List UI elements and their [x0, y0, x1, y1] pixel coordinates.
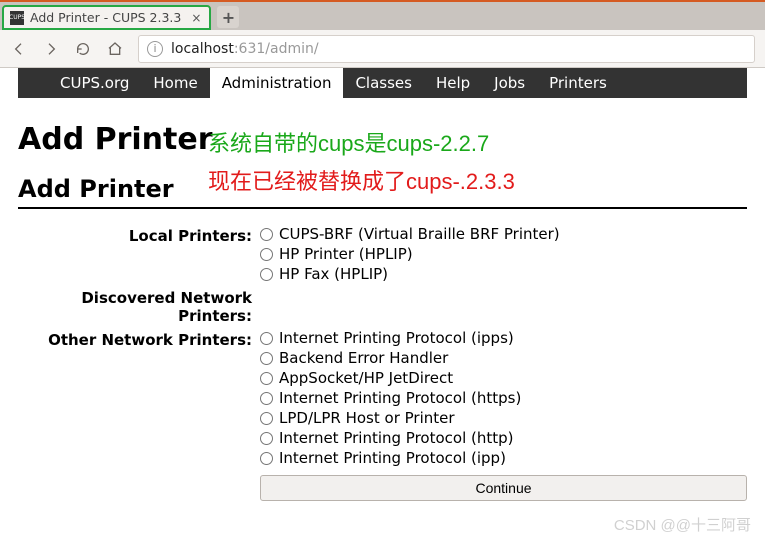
printer-option[interactable]: LPD/LPR Host or Printer [260, 409, 747, 427]
radio-input[interactable] [260, 452, 273, 465]
nav-printers[interactable]: Printers [537, 68, 619, 98]
printer-option[interactable]: Backend Error Handler [260, 349, 747, 367]
option-label: Internet Printing Protocol (ipps) [279, 329, 514, 347]
reload-button[interactable] [74, 40, 92, 58]
option-label: Internet Printing Protocol (ipp) [279, 449, 506, 467]
option-label: HP Fax (HPLIP) [279, 265, 388, 283]
site-info-icon[interactable]: i [147, 41, 163, 57]
radio-input[interactable] [260, 332, 273, 345]
url-host: localhost [171, 41, 234, 57]
browser-tabstrip: CUPS Add Printer - CUPS 2.3.3 × + [0, 0, 765, 30]
annotation-red: 现在已经被替换成了cups-.2.3.3 [208, 164, 515, 196]
url-path: /admin/ [265, 41, 318, 57]
radio-input[interactable] [260, 268, 273, 281]
nav-jobs[interactable]: Jobs [482, 68, 537, 98]
cups-navbar: CUPS.org Home Administration Classes Hel… [18, 68, 747, 98]
option-label: HP Printer (HPLIP) [279, 245, 413, 263]
browser-toolbar: i localhost:631/admin/ [0, 30, 765, 68]
browser-tab[interactable]: CUPS Add Printer - CUPS 2.3.3 × [2, 5, 211, 30]
radio-input[interactable] [260, 372, 273, 385]
nav-classes[interactable]: Classes [343, 68, 424, 98]
radio-input[interactable] [260, 248, 273, 261]
continue-button[interactable]: Continue [260, 475, 747, 501]
annotation-green: 系统自带的cups是cups-2.2.7 [208, 126, 489, 158]
nav-home[interactable]: Home [141, 68, 209, 98]
local-printers-options: CUPS-BRF (Virtual Braille BRF Printer) H… [260, 225, 747, 283]
label-discovered-printers: Discovered Network Printers: [18, 287, 252, 325]
close-tab-icon[interactable]: × [191, 11, 201, 25]
printer-option[interactable]: Internet Printing Protocol (ipp) [260, 449, 747, 467]
label-local-printers: Local Printers: [18, 225, 252, 283]
option-label: AppSocket/HP JetDirect [279, 369, 453, 387]
divider [18, 207, 747, 209]
radio-input[interactable] [260, 392, 273, 405]
url-port: :631 [234, 41, 265, 57]
option-label: Internet Printing Protocol (https) [279, 389, 521, 407]
back-button[interactable] [10, 40, 28, 58]
radio-input[interactable] [260, 352, 273, 365]
radio-input[interactable] [260, 412, 273, 425]
printer-option[interactable]: HP Fax (HPLIP) [260, 265, 747, 283]
discovered-printers-options [260, 287, 747, 325]
watermark: CSDN @@十三阿哥 [614, 514, 751, 535]
printer-option[interactable]: Internet Printing Protocol (https) [260, 389, 747, 407]
nav-administration[interactable]: Administration [210, 68, 344, 98]
printer-form: Local Printers: CUPS-BRF (Virtual Braill… [18, 225, 747, 501]
url-text: localhost:631/admin/ [171, 41, 319, 57]
printer-option[interactable]: Internet Printing Protocol (ipps) [260, 329, 747, 347]
forward-button[interactable] [42, 40, 60, 58]
option-label: Internet Printing Protocol (http) [279, 429, 514, 447]
printer-option[interactable]: AppSocket/HP JetDirect [260, 369, 747, 387]
printer-option[interactable]: CUPS-BRF (Virtual Braille BRF Printer) [260, 225, 747, 243]
option-label: LPD/LPR Host or Printer [279, 409, 455, 427]
page-content: Add Printer Add Printer 系统自带的cups是cups-2… [0, 98, 765, 511]
option-label: CUPS-BRF (Virtual Braille BRF Printer) [279, 225, 560, 243]
favicon-icon: CUPS [10, 11, 24, 25]
printer-option[interactable]: Internet Printing Protocol (http) [260, 429, 747, 447]
nav-cups-org[interactable]: CUPS.org [48, 68, 141, 98]
new-tab-button[interactable]: + [217, 6, 239, 28]
other-printers-options: Internet Printing Protocol (ipps) Backen… [260, 329, 747, 501]
option-label: Backend Error Handler [279, 349, 448, 367]
printer-option[interactable]: HP Printer (HPLIP) [260, 245, 747, 263]
url-bar[interactable]: i localhost:631/admin/ [138, 35, 755, 63]
tab-title: Add Printer - CUPS 2.3.3 [30, 10, 181, 25]
radio-input[interactable] [260, 228, 273, 241]
label-other-printers: Other Network Printers: [18, 329, 252, 501]
nav-help[interactable]: Help [424, 68, 482, 98]
radio-input[interactable] [260, 432, 273, 445]
home-button[interactable] [106, 40, 124, 58]
